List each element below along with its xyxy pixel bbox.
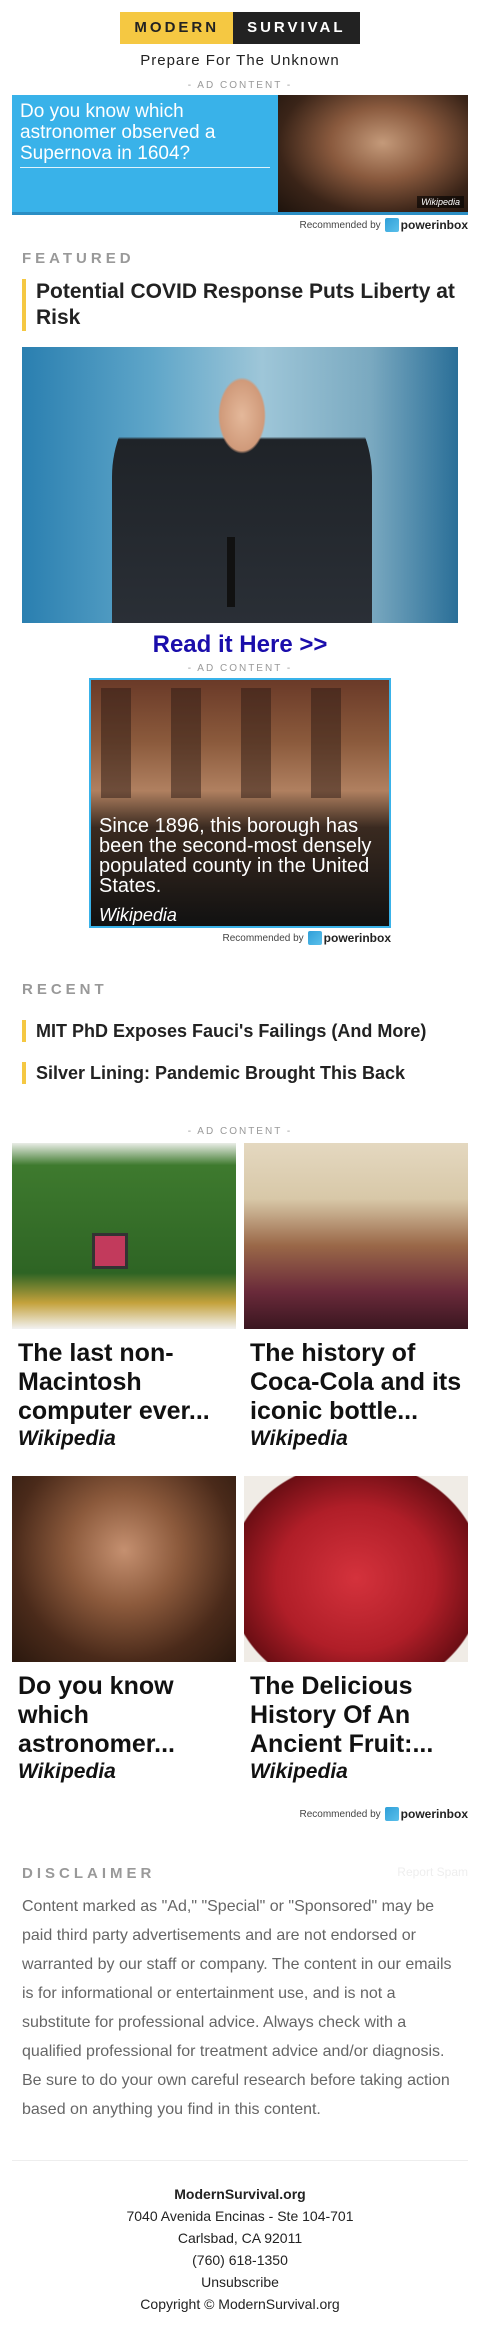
powerinbox-text: powerinbox bbox=[400, 218, 468, 232]
ad-card-title: The last non-Macintosh computer ever... bbox=[18, 1339, 210, 1425]
ad-card[interactable]: The Delicious History Of An Ancient Frui… bbox=[244, 1476, 468, 1785]
ad-card-source: Wikipedia bbox=[250, 1760, 348, 1783]
recommended-by[interactable]: Recommended by powerinbox bbox=[12, 218, 468, 232]
ad-card-title: The Delicious History Of An Ancient Frui… bbox=[250, 1672, 434, 1758]
ad-card[interactable]: The history of Coca-Cola and its iconic … bbox=[244, 1143, 468, 1452]
recommended-by[interactable]: Recommended by powerinbox bbox=[12, 1807, 468, 1821]
footer: ModernSurvival.org 7040 Avenida Encinas … bbox=[0, 2183, 480, 2329]
hero-mic-shape bbox=[227, 537, 235, 607]
hero-person-shape bbox=[112, 357, 372, 623]
ad-card-image bbox=[244, 1476, 468, 1662]
powerinbox-icon bbox=[307, 931, 322, 945]
logo-right-text: SURVIVAL bbox=[233, 12, 360, 44]
featured-section-title: FEATURED bbox=[22, 250, 135, 267]
middle-ad-banner[interactable]: Since 1896, this borough has been the se… bbox=[89, 678, 391, 928]
footer-org: ModernSurvival.org bbox=[174, 2186, 306, 2202]
footer-address: 7040 Avenida Encinas - Ste 104-701 bbox=[126, 2208, 354, 2224]
ad-card-title: The history of Coca-Cola and its iconic … bbox=[250, 1339, 462, 1425]
ad-label: - AD CONTENT - bbox=[187, 663, 293, 674]
ad-grid: The last non-Macintosh computer ever... … bbox=[12, 1143, 468, 1785]
ad-card-image bbox=[12, 1143, 236, 1329]
ad-card-image bbox=[244, 1143, 468, 1329]
recent-item[interactable]: MIT PhD Exposes Fauci's Failings (And Mo… bbox=[22, 1020, 458, 1042]
unsubscribe-link[interactable]: Unsubscribe bbox=[201, 2274, 279, 2290]
powerinbox-icon bbox=[384, 1807, 399, 1821]
top-ad-source: Wikipedia bbox=[417, 196, 464, 208]
top-ad-banner[interactable]: Do you know which astronomer observed a … bbox=[12, 95, 468, 215]
logo[interactable]: MODERN SURVIVAL bbox=[120, 12, 360, 44]
powerinbox-text: powerinbox bbox=[323, 931, 391, 945]
top-ad-block: - AD CONTENT - Do you know which astrono… bbox=[0, 80, 480, 232]
recommended-by[interactable]: Recommended by powerinbox bbox=[89, 931, 391, 945]
footer-city: Carlsbad, CA 92011 bbox=[177, 2230, 303, 2246]
ad-card-source: Wikipedia bbox=[18, 1760, 116, 1783]
recent-item[interactable]: Silver Lining: Pandemic Brought This Bac… bbox=[22, 1062, 458, 1084]
ad-card-image bbox=[12, 1476, 236, 1662]
powerinbox-logo: powerinbox bbox=[307, 931, 391, 945]
ad-card[interactable]: Do you know which astronomer... Wikipedi… bbox=[12, 1476, 236, 1785]
tagline: Prepare For The Unknown bbox=[140, 52, 340, 69]
footer-phone: (760) 618-1350 bbox=[192, 2252, 288, 2268]
recommended-by-text: Recommended by bbox=[299, 1808, 381, 1820]
ad-card-title: Do you know which astronomer... bbox=[18, 1672, 175, 1758]
recommended-by-text: Recommended by bbox=[222, 932, 304, 944]
header: MODERN SURVIVAL Prepare For The Unknown bbox=[0, 0, 480, 70]
disclaimer-body: Content marked as "Ad," "Special" or "Sp… bbox=[22, 1898, 452, 2118]
ad-card-source: Wikipedia bbox=[18, 1427, 116, 1450]
logo-left-text: MODERN bbox=[120, 12, 234, 44]
recent-section-title: RECENT bbox=[22, 981, 108, 998]
top-ad-divider bbox=[20, 167, 270, 168]
report-spam-link[interactable]: Report Spam bbox=[397, 1865, 468, 1882]
top-ad-text: Do you know which astronomer observed a … bbox=[20, 101, 216, 164]
email-page: MODERN SURVIVAL Prepare For The Unknown … bbox=[0, 0, 480, 2329]
powerinbox-logo: powerinbox bbox=[384, 1807, 468, 1821]
disclaimer-title: DISCLAIMER bbox=[22, 1865, 156, 1882]
ad-label: - AD CONTENT - bbox=[187, 80, 293, 91]
disclaimer-header: DISCLAIMER Report Spam bbox=[0, 1865, 480, 1882]
ad-label: - AD CONTENT - bbox=[187, 1126, 293, 1137]
powerinbox-text: powerinbox bbox=[400, 1807, 468, 1821]
ad-card-source: Wikipedia bbox=[250, 1427, 348, 1450]
featured-headline[interactable]: Potential COVID Response Puts Liberty at… bbox=[22, 279, 458, 331]
read-it-here-link[interactable]: Read it Here >> bbox=[0, 631, 480, 659]
middle-ad-text: Since 1896, this borough has been the se… bbox=[99, 815, 372, 897]
powerinbox-logo: powerinbox bbox=[384, 218, 468, 232]
middle-ad-image bbox=[101, 688, 381, 798]
middle-ad-source: Wikipedia bbox=[99, 905, 177, 925]
footer-copyright: Copyright © ModernSurvival.org bbox=[140, 2296, 340, 2312]
featured-hero-image[interactable] bbox=[22, 347, 458, 623]
footer-divider bbox=[12, 2160, 468, 2161]
ad-card[interactable]: The last non-Macintosh computer ever... … bbox=[12, 1143, 236, 1452]
recommended-by-text: Recommended by bbox=[299, 219, 381, 231]
powerinbox-icon bbox=[384, 218, 399, 232]
